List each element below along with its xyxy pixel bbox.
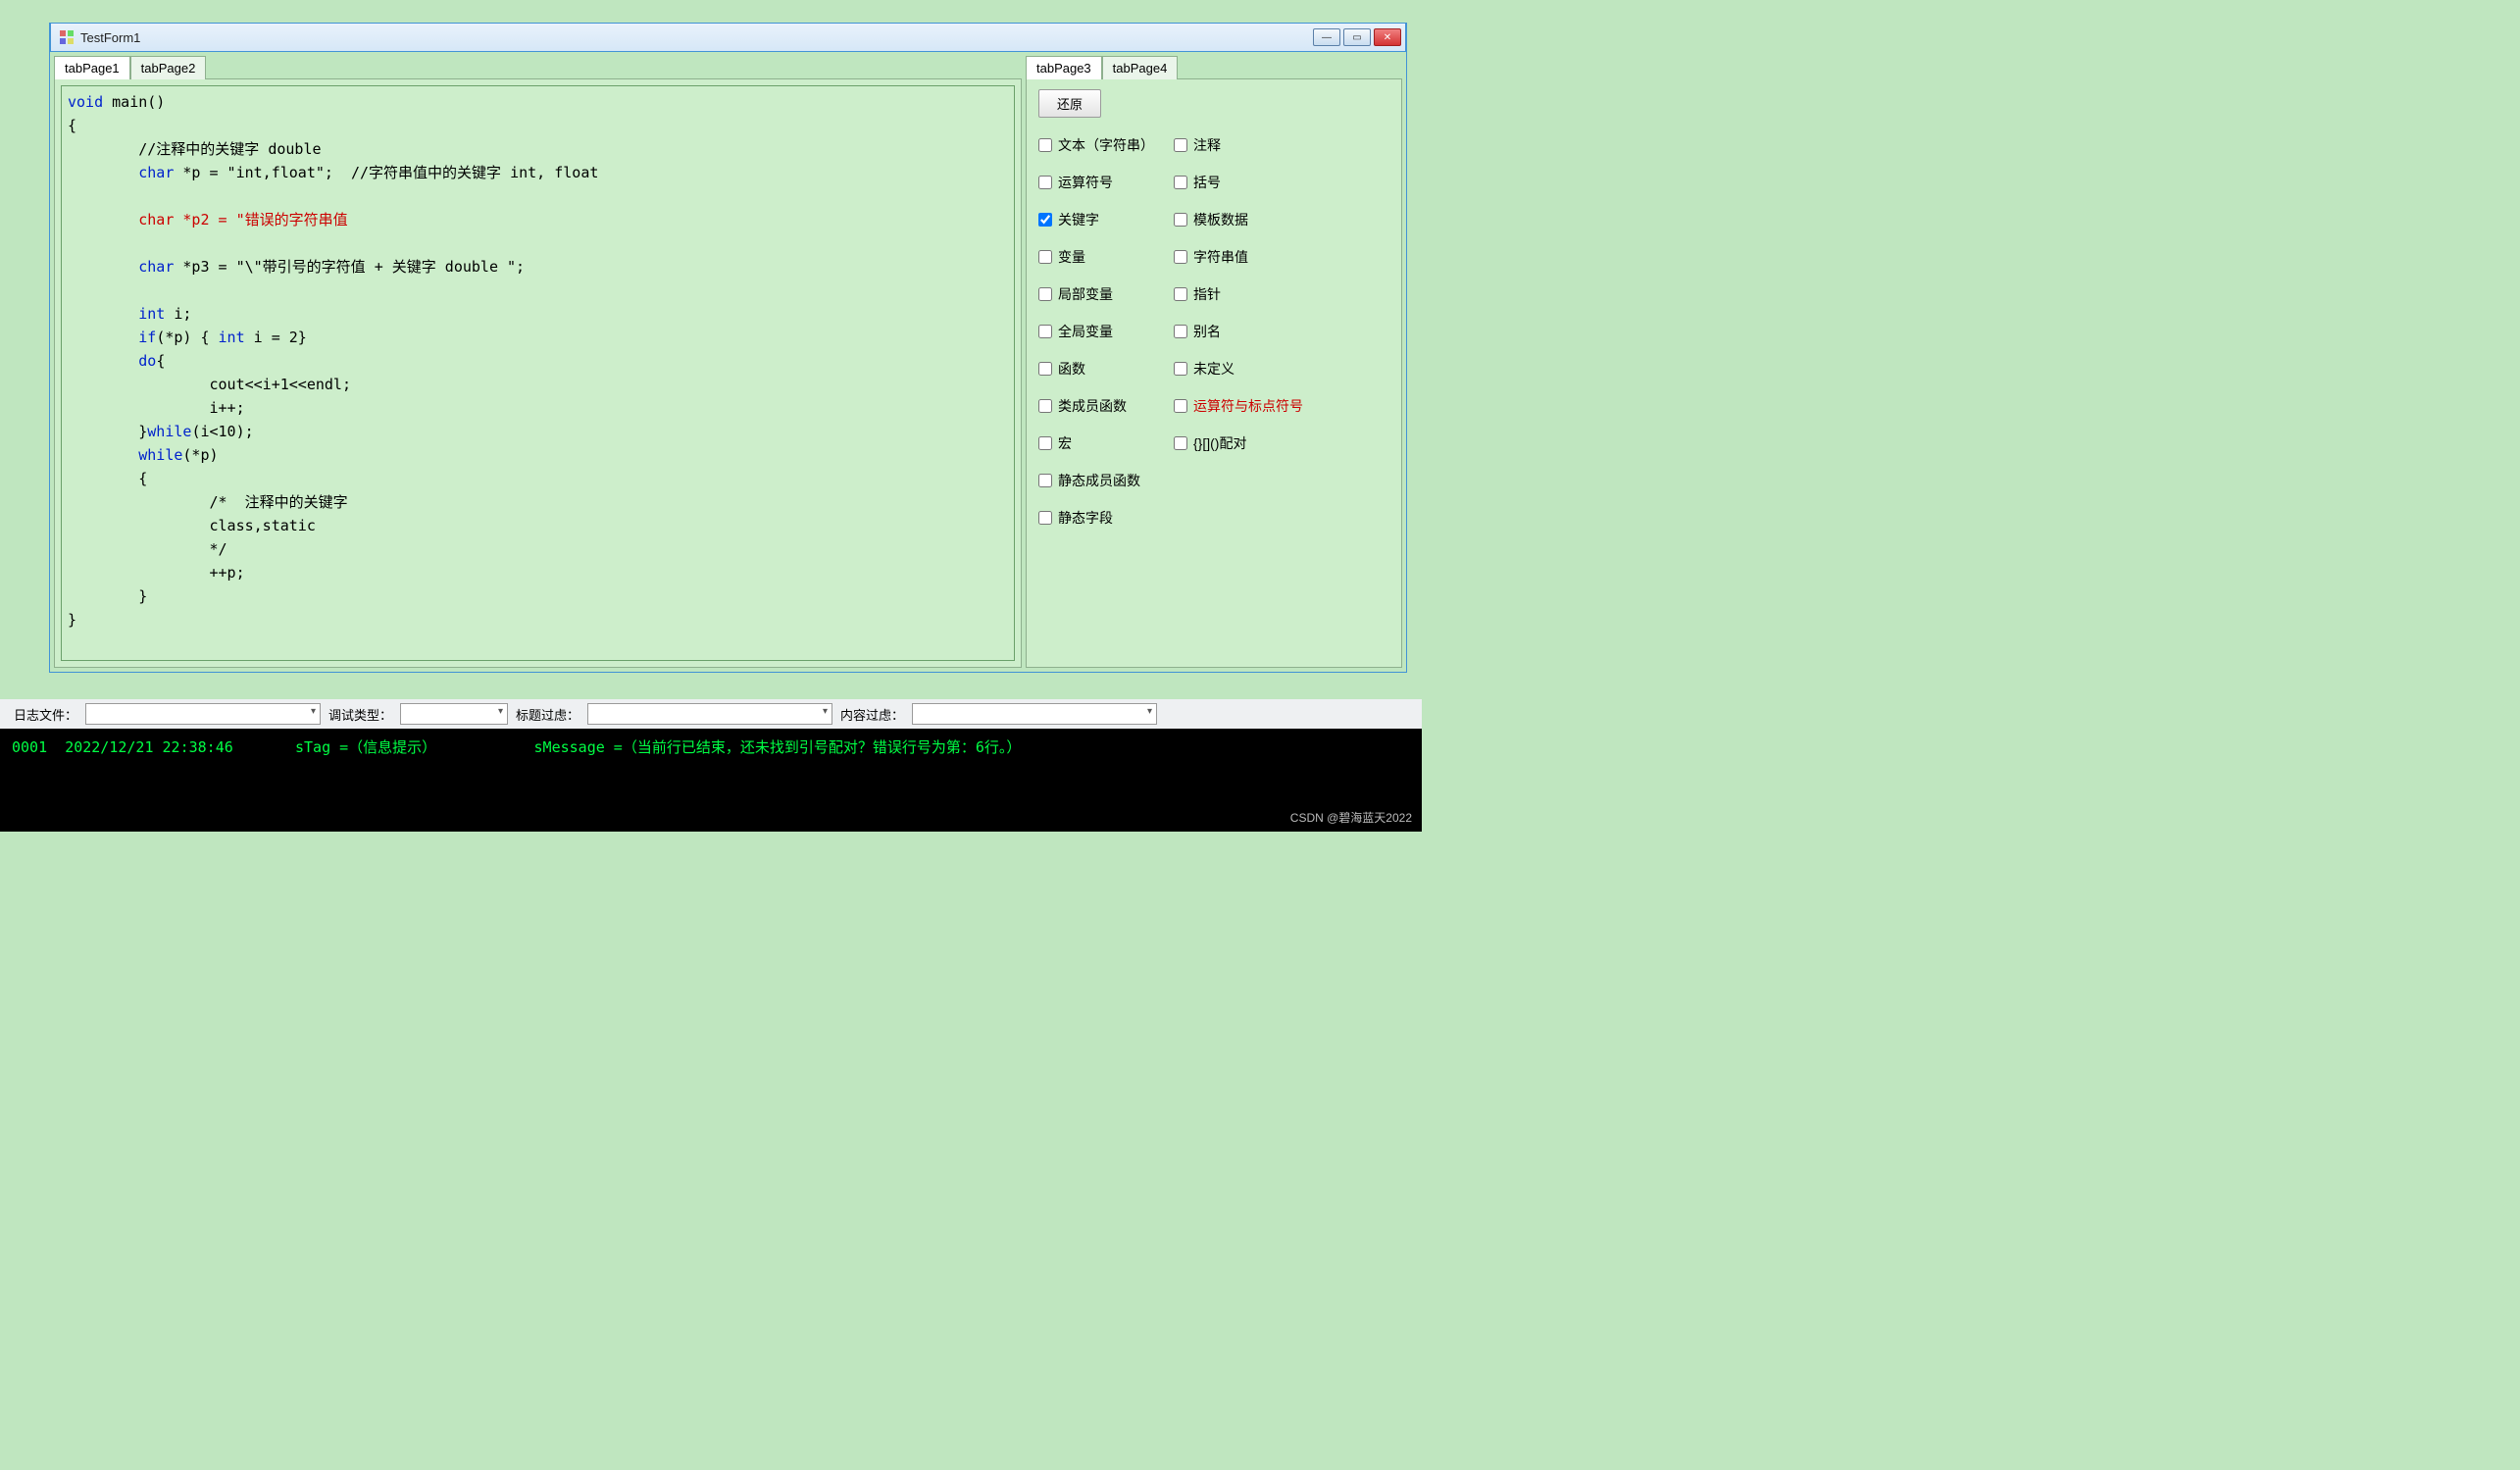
checkbox-静态成员函数[interactable]: 静态成员函数 [1038, 471, 1154, 490]
checkbox-运算符号[interactable]: 运算符号 [1038, 173, 1154, 192]
tab-page3[interactable]: tabPage3 [1026, 56, 1102, 79]
checkbox-input[interactable] [1174, 325, 1187, 338]
checkbox-input[interactable] [1038, 213, 1052, 227]
debugtype-label: 调试类型： [328, 705, 392, 724]
tab-page4[interactable]: tabPage4 [1102, 56, 1179, 79]
checkbox-label: 别名 [1193, 322, 1221, 341]
close-button[interactable]: ✕ [1374, 28, 1401, 46]
app-icon [59, 29, 75, 45]
checkbox-{}[]()配对[interactable]: {}[]()配对 [1174, 433, 1303, 453]
left-tabcontent: void main() { //注释中的关键字 double char *p =… [54, 78, 1022, 668]
checkbox-label: 未定义 [1193, 359, 1235, 379]
titlefilter-label: 标题过虑： [516, 705, 580, 724]
tab-page1[interactable]: tabPage1 [54, 56, 130, 79]
restore-button[interactable]: 还原 [1038, 89, 1101, 118]
app-window: TestForm1 — ▭ ✕ tabPage1 tabPage2 void m… [49, 23, 1407, 673]
checkbox-label: 运算符号 [1058, 173, 1113, 192]
checkbox-column-right: 注释括号模板数据字符串值指针别名未定义运算符与标点符号 {}[]()配对 [1174, 135, 1303, 528]
contentfilter-label: 内容过虑： [840, 705, 904, 724]
checkbox-全局变量[interactable]: 全局变量 [1038, 322, 1154, 341]
left-tabstrip: tabPage1 tabPage2 [54, 53, 1022, 78]
logfile-label: 日志文件： [14, 705, 77, 724]
checkbox-label: 字符串值 [1193, 247, 1248, 267]
checkbox-label: 类成员函数 [1058, 396, 1127, 416]
contentfilter-select[interactable] [912, 703, 1157, 725]
tab-page2[interactable]: tabPage2 [130, 56, 207, 79]
checkbox-类成员函数[interactable]: 类成员函数 [1038, 396, 1154, 416]
checkbox-column-left: 文本（字符串） 运算符号关键字变量局部变量全局变量函数类成员函数宏静态成员函数静态… [1038, 135, 1154, 528]
checkbox-指针[interactable]: 指针 [1174, 284, 1303, 304]
checkbox-label: 静态字段 [1058, 508, 1113, 528]
checkbox-静态字段[interactable]: 静态字段 [1038, 508, 1154, 528]
checkbox-input[interactable] [1174, 436, 1187, 450]
checkbox-括号[interactable]: 括号 [1174, 173, 1303, 192]
checkbox-input[interactable] [1174, 213, 1187, 227]
checkbox-label: 指针 [1193, 284, 1221, 304]
checkbox-未定义[interactable]: 未定义 [1174, 359, 1303, 379]
filter-bar: 日志文件： 调试类型： 标题过虑： 内容过虑： [0, 699, 1422, 729]
checkbox-input[interactable] [1038, 474, 1052, 487]
checkbox-关键字[interactable]: 关键字 [1038, 210, 1154, 229]
checkbox-input[interactable] [1174, 138, 1187, 152]
debugtype-select[interactable] [400, 703, 508, 725]
console-tag: sTag =（信息提示） [295, 738, 436, 756]
console-message: sMessage =（当前行已结束，还未找到引号配对？错误行号为第：6行。） [534, 738, 1022, 756]
checkbox-文本（字符串）[interactable]: 文本（字符串） [1038, 135, 1154, 155]
right-tabstrip: tabPage3 tabPage4 [1026, 53, 1402, 78]
checkbox-label: 函数 [1058, 359, 1085, 379]
checkbox-label: 宏 [1058, 433, 1072, 453]
checkbox-label: 变量 [1058, 247, 1085, 267]
checkbox-label: 关键字 [1058, 210, 1099, 229]
console-time: 2022/12/21 22:38:46 [65, 738, 233, 756]
checkbox-label: 注释 [1193, 135, 1221, 155]
maximize-button[interactable]: ▭ [1343, 28, 1371, 46]
checkbox-input[interactable] [1038, 511, 1052, 525]
checkbox-input[interactable] [1038, 362, 1052, 376]
checkbox-注释[interactable]: 注释 [1174, 135, 1303, 155]
checkbox-别名[interactable]: 别名 [1174, 322, 1303, 341]
window-title: TestForm1 [80, 30, 140, 45]
checkbox-函数[interactable]: 函数 [1038, 359, 1154, 379]
checkbox-label: {}[]()配对 [1193, 433, 1246, 453]
checkbox-label: 局部变量 [1058, 284, 1113, 304]
checkbox-input[interactable] [1038, 399, 1052, 413]
checkbox-宏[interactable]: 宏 [1038, 433, 1154, 453]
right-panel: tabPage3 tabPage4 还原 文本（字符串） 运算符号关键字变量局部变… [1024, 53, 1406, 672]
right-tabcontent: 还原 文本（字符串） 运算符号关键字变量局部变量全局变量函数类成员函数宏静态成员函… [1026, 78, 1402, 668]
checkbox-input[interactable] [1174, 362, 1187, 376]
checkbox-label: 括号 [1193, 173, 1221, 192]
checkbox-局部变量[interactable]: 局部变量 [1038, 284, 1154, 304]
minimize-button[interactable]: — [1313, 28, 1340, 46]
titlefilter-select[interactable] [587, 703, 832, 725]
checkbox-label: 模板数据 [1193, 210, 1248, 229]
logfile-select[interactable] [85, 703, 321, 725]
checkbox-模板数据[interactable]: 模板数据 [1174, 210, 1303, 229]
checkbox-input[interactable] [1174, 176, 1187, 189]
checkbox-input[interactable] [1038, 325, 1052, 338]
checkbox-input[interactable] [1038, 176, 1052, 189]
checkbox-label: 静态成员函数 [1058, 471, 1140, 490]
checkbox-input[interactable] [1174, 250, 1187, 264]
checkbox-运算符与标点符号[interactable]: 运算符与标点符号 [1174, 396, 1303, 416]
titlebar: TestForm1 — ▭ ✕ [50, 23, 1406, 52]
code-editor[interactable]: void main() { //注释中的关键字 double char *p =… [61, 85, 1015, 661]
checkbox-input[interactable] [1038, 287, 1052, 301]
checkbox-字符串值[interactable]: 字符串值 [1174, 247, 1303, 267]
checkbox-label: 运算符与标点符号 [1193, 396, 1303, 416]
console-index: 0001 [12, 738, 47, 756]
checkbox-input[interactable] [1174, 287, 1187, 301]
watermark: CSDN @碧海蓝天2022 [1290, 809, 1412, 826]
checkbox-变量[interactable]: 变量 [1038, 247, 1154, 267]
checkbox-label: 全局变量 [1058, 322, 1113, 341]
left-panel: tabPage1 tabPage2 void main() { //注释中的关键… [50, 53, 1024, 672]
checkbox-input[interactable] [1038, 436, 1052, 450]
checkbox-input[interactable] [1038, 250, 1052, 264]
checkbox-label: 文本（字符串） [1058, 135, 1154, 155]
checkbox-input[interactable] [1038, 138, 1052, 152]
checkbox-input[interactable] [1174, 399, 1187, 413]
console-output: 0001 2022/12/21 22:38:46 sTag =（信息提示） sM… [0, 729, 1422, 832]
